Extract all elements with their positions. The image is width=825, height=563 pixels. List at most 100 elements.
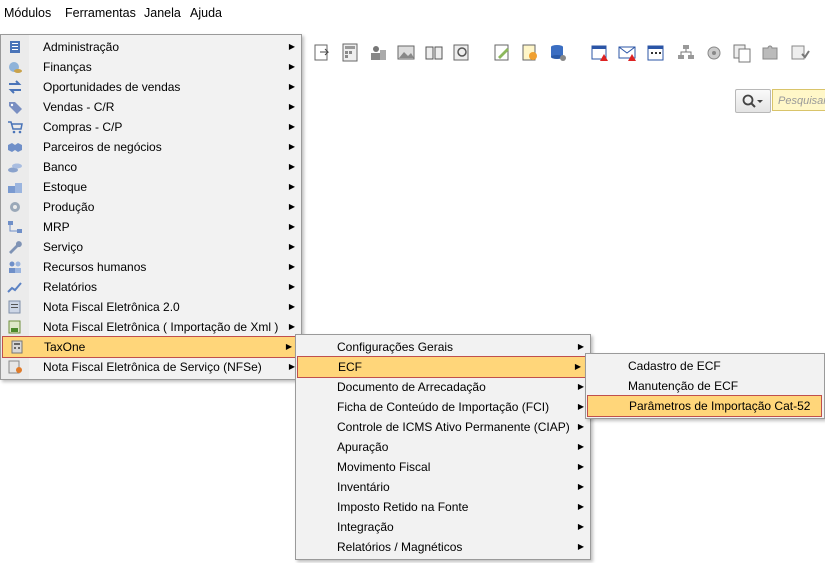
menu-item-ecf[interactable]: ECF ▶ — [297, 356, 588, 378]
bank-coins-icon — [8, 163, 22, 173]
submenu-arrow-icon: ▶ — [288, 262, 295, 271]
menu-bar: Módulos Ferramentas Janela Ajuda — [0, 0, 825, 28]
trend-arrows-icon — [8, 80, 22, 94]
menu-item-parametros-cat52[interactable]: Parâmetros de Importação Cat-52 — [587, 395, 822, 417]
menu-item-configuracoes-gerais[interactable]: Configurações Gerais ▶ — [296, 337, 590, 357]
book-icon[interactable] — [424, 42, 444, 64]
calculator-icon — [11, 340, 23, 354]
menu-janela[interactable]: Janela — [144, 6, 181, 20]
menu-item-vendas[interactable]: Vendas - C/R ▶ — [1, 97, 301, 117]
settings-doc-icon[interactable] — [520, 42, 540, 64]
chart-icon — [7, 282, 22, 293]
export-doc-icon[interactable] — [312, 42, 332, 64]
submenu-arrow-icon: ▶ — [288, 122, 295, 131]
submenu-arrow-icon: ▶ — [577, 382, 584, 391]
menu-item-mrp[interactable]: MRP ▶ — [1, 217, 301, 237]
menu-item-apuracao[interactable]: Apuração ▶ — [296, 437, 590, 457]
search-icon — [742, 94, 763, 108]
edit-pen-icon[interactable] — [492, 42, 512, 64]
menu-item-nfe-xml[interactable]: Nota Fiscal Eletrônica ( Importação de X… — [1, 317, 301, 337]
submenu-arrow-icon: ▶ — [288, 82, 295, 91]
submenu-arrow-icon: ▶ — [288, 302, 295, 311]
cart-icon — [8, 121, 23, 134]
menu-item-relatorios-magneticos[interactable]: Relatórios / Magnéticos ▶ — [296, 537, 590, 557]
menu-item-relatorios[interactable]: Relatórios ▶ — [1, 277, 301, 297]
calculator-doc-icon[interactable] — [340, 42, 360, 64]
menu-item-taxone[interactable]: TaxOne ▶ — [2, 336, 299, 358]
image-doc-icon[interactable] — [396, 42, 416, 64]
submenu-arrow-icon: ▶ — [288, 202, 295, 211]
menu-ajuda[interactable]: Ajuda — [190, 6, 222, 20]
network-icon[interactable] — [704, 42, 724, 64]
menu-item-imposto-retido[interactable]: Imposto Retido na Fonte ▶ — [296, 497, 590, 517]
menu-item-servico[interactable]: Serviço ▶ — [1, 237, 301, 257]
menu-item-banco[interactable]: Banco ▶ — [1, 157, 301, 177]
globe-coins-icon — [9, 62, 22, 73]
menu-item-nfe-20[interactable]: Nota Fiscal Eletrônica 2.0 ▶ — [1, 297, 301, 317]
tag-icon — [9, 102, 22, 114]
submenu-arrow-icon: ▶ — [577, 442, 584, 451]
submenu-arrow-icon: ▶ — [288, 142, 295, 151]
menu-item-cadastro-ecf[interactable]: Cadastro de ECF — [586, 356, 824, 376]
checklist-icon[interactable] — [790, 42, 810, 64]
submenu-arrow-icon: ▶ — [577, 502, 584, 511]
wrench-icon — [9, 241, 22, 254]
menu-item-fci[interactable]: Ficha de Conteúdo de Importação (FCI) ▶ — [296, 397, 590, 417]
menu-item-integracao[interactable]: Integração ▶ — [296, 517, 590, 537]
copy-doc-icon[interactable] — [732, 42, 752, 64]
menu-modulos[interactable]: Módulos — [4, 6, 51, 20]
submenu-arrow-icon: ▶ — [288, 42, 295, 51]
menu-ferramentas[interactable]: Ferramentas — [65, 6, 136, 20]
mail-alert-icon[interactable] — [618, 42, 638, 64]
menu-item-recursos-humanos[interactable]: Recursos humanos ▶ — [1, 257, 301, 277]
puzzle-icon[interactable] — [760, 42, 780, 64]
menu-item-inventario[interactable]: Inventário ▶ — [296, 477, 590, 497]
submenu-arrow-icon: ▶ — [288, 242, 295, 251]
submenu-arrow-icon: ▶ — [577, 422, 584, 431]
boxes-icon — [8, 183, 22, 193]
submenu-arrow-icon: ▶ — [288, 182, 295, 191]
submenu-arrow-icon: ▶ — [577, 522, 584, 531]
calendar-icon[interactable] — [646, 42, 666, 64]
submenu-arrow-icon: ▶ — [288, 62, 295, 71]
menu-item-administracao[interactable]: Administração ▶ — [1, 37, 301, 57]
taxone-submenu: Configurações Gerais ▶ ECF ▶ Documento de … — [295, 334, 591, 560]
menu-item-documento-arrecadacao[interactable]: Documento de Arrecadação ▶ — [296, 377, 590, 397]
submenu-arrow-icon: ▶ — [577, 482, 584, 491]
search-doc-icon[interactable] — [452, 42, 472, 64]
document-stack-icon — [10, 41, 20, 53]
menu-item-financas[interactable]: Finanças ▶ — [1, 57, 301, 77]
org-chart-icon[interactable] — [676, 42, 696, 64]
xml-invoice-icon — [8, 320, 21, 334]
calendar-alert-icon[interactable] — [590, 42, 610, 64]
menu-item-nfse[interactable]: Nota Fiscal Eletrônica de Serviço (NFSe)… — [1, 357, 301, 377]
submenu-arrow-icon: ▶ — [577, 542, 584, 551]
submenu-arrow-icon: ▶ — [288, 222, 295, 231]
menu-item-estoque[interactable]: Estoque ▶ — [1, 177, 301, 197]
submenu-arrow-icon: ▶ — [574, 362, 581, 371]
user-stack-icon[interactable] — [368, 42, 388, 64]
menu-item-ciap[interactable]: Controle de ICMS Ativo Permanente (CIAP)… — [296, 417, 590, 437]
submenu-arrow-icon: ▶ — [577, 342, 584, 351]
submenu-arrow-icon: ▶ — [288, 102, 295, 111]
invoice-icon — [8, 300, 21, 314]
service-invoice-icon — [8, 360, 22, 374]
database-settings-icon[interactable] — [548, 42, 568, 64]
menu-item-producao[interactable]: Produção ▶ — [1, 197, 301, 217]
submenu-arrow-icon: ▶ — [577, 462, 584, 471]
modulos-menu: Administração ▶ Finanças ▶ Oportunidades d… — [0, 34, 302, 380]
menu-item-manutencao-ecf[interactable]: Manutenção de ECF — [586, 376, 824, 396]
submenu-arrow-icon: ▶ — [285, 342, 292, 351]
menu-item-compras[interactable]: Compras - C/P ▶ — [1, 117, 301, 137]
people-icon — [9, 261, 21, 273]
gear-icon — [10, 202, 20, 212]
submenu-arrow-icon: ▶ — [288, 162, 295, 171]
submenu-arrow-icon: ▶ — [577, 402, 584, 411]
submenu-arrow-icon: ▶ — [288, 282, 295, 291]
search-input[interactable]: Pesquisar — [772, 89, 825, 111]
flowchart-icon — [8, 221, 22, 233]
menu-item-parceiros[interactable]: Parceiros de negócios ▶ — [1, 137, 301, 157]
menu-item-oportunidades[interactable]: Oportunidades de vendas ▶ — [1, 77, 301, 97]
menu-item-movimento-fiscal[interactable]: Movimento Fiscal ▶ — [296, 457, 590, 477]
search-button[interactable] — [735, 89, 771, 113]
